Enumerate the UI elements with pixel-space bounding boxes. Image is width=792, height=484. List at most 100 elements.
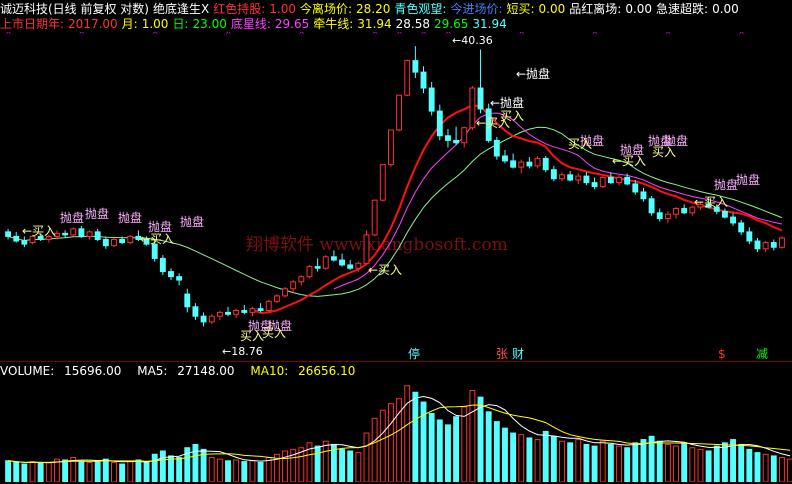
candle-body xyxy=(314,266,321,269)
candle-body xyxy=(21,240,28,245)
buy-label-9: ←买入 xyxy=(612,154,646,168)
candle-body xyxy=(282,288,288,297)
volume-bar xyxy=(355,452,362,482)
zhang-marker: 张 xyxy=(496,347,508,360)
volume-bar xyxy=(673,445,679,482)
star-marker: × xyxy=(152,32,159,36)
year-label: 上市日期年: xyxy=(0,17,65,31)
candle-body xyxy=(746,231,753,242)
volume-bar xyxy=(607,443,614,482)
candle-body xyxy=(339,259,345,266)
volume-bar xyxy=(94,460,101,482)
candle-body xyxy=(13,235,20,242)
candle-body xyxy=(420,71,427,89)
candle-body xyxy=(632,183,639,193)
candle-body xyxy=(396,94,403,131)
volume-bar xyxy=(713,445,720,482)
volume-bar xyxy=(111,461,117,482)
candle-body xyxy=(78,228,85,237)
buy-label-1: ←买入 xyxy=(22,224,56,238)
volume-bar xyxy=(159,450,166,482)
star-marker: × xyxy=(396,32,403,36)
ma10-value: 26656.10 xyxy=(298,364,356,378)
star-marker: × xyxy=(738,32,745,36)
candle-body xyxy=(404,60,411,96)
volume-bar xyxy=(216,458,223,482)
ma5-label: MA5: 27148.00 xyxy=(137,364,240,378)
volume-bar xyxy=(347,450,354,482)
volume-bar xyxy=(705,450,712,482)
buy-label-11: ←买入 xyxy=(694,195,728,209)
volume-bar xyxy=(461,406,468,482)
volume-bar xyxy=(624,447,631,482)
volume-bar xyxy=(412,391,419,482)
day-label: 日: xyxy=(172,17,189,31)
candle-body xyxy=(534,157,541,167)
bottom-star-value: 29.65 xyxy=(274,17,310,31)
volume-bar xyxy=(542,430,549,482)
candle-body xyxy=(355,262,362,269)
volume-bar xyxy=(371,417,378,482)
candle-body xyxy=(225,311,231,315)
candle-body xyxy=(111,238,117,247)
star-marker: × xyxy=(592,32,599,36)
candle-body xyxy=(233,310,240,315)
volume-bar xyxy=(127,461,134,482)
candle-body xyxy=(559,174,565,180)
ma10-label-text: MA10: xyxy=(250,364,289,378)
price-chart[interactable]: 翔博软件 www.xiangbosoft.com ××××××××××××× ←… xyxy=(0,32,792,360)
volume-bar xyxy=(453,416,460,482)
volume-bar xyxy=(135,459,142,482)
dollar-marker: $ xyxy=(718,347,726,360)
volume-bar xyxy=(526,437,533,482)
buy-label-5: 买入 xyxy=(262,326,286,340)
stock-title: 诚迈科技(日线 前复权 对数) xyxy=(0,2,149,16)
candle-body xyxy=(770,242,777,248)
sell-label-15: 抛盘 xyxy=(714,177,738,192)
volume-header: VOLUME: 15696.00 MA5: 27148.00 MA10: 266… xyxy=(0,364,367,378)
top-star-markers: × × × × × × × × × × × × × xyxy=(5,32,745,36)
candles xyxy=(5,46,785,327)
candle-body xyxy=(730,216,736,224)
candle-body xyxy=(542,157,549,171)
volume-bars xyxy=(5,385,792,482)
candle-body xyxy=(62,232,69,236)
candle-body xyxy=(461,127,468,144)
volume-bar xyxy=(404,385,411,482)
line2-value-3: 31.94 xyxy=(472,17,507,31)
ma5-label-text: MA5: xyxy=(137,364,168,378)
candle-body xyxy=(168,271,174,278)
candle-body xyxy=(510,160,517,168)
volume-bar xyxy=(567,442,574,482)
candle-body xyxy=(599,176,606,188)
candle-body xyxy=(265,300,272,312)
candle-body xyxy=(567,174,574,181)
candle-body xyxy=(216,311,223,317)
panel-divider xyxy=(0,361,792,362)
candle-body xyxy=(477,87,484,110)
volume-bar xyxy=(477,396,484,482)
volume-chart[interactable] xyxy=(0,378,792,482)
candle-body xyxy=(762,242,769,250)
volume-bar xyxy=(241,461,248,482)
candle-body xyxy=(151,243,158,259)
surge-label: 急速超跌: xyxy=(656,2,709,16)
volume-bar xyxy=(640,439,647,482)
candle-body xyxy=(445,135,451,141)
day-value: 23.00 xyxy=(192,17,227,31)
candle-body xyxy=(208,315,215,323)
pin-label: 品红离场: xyxy=(569,2,622,16)
candle-body xyxy=(273,295,280,302)
candle-body xyxy=(257,308,264,312)
volume-bar xyxy=(192,443,199,482)
year-value: 2017.00 xyxy=(68,17,118,31)
volume-bar xyxy=(5,460,12,482)
volume-bar xyxy=(502,427,508,482)
candle-body xyxy=(127,235,134,244)
volume-bar xyxy=(664,443,671,482)
volume-bar xyxy=(550,435,557,482)
exit-label: 今离场价: xyxy=(300,2,353,16)
candle-body xyxy=(379,164,386,201)
volume-bar xyxy=(778,457,785,482)
candle-body xyxy=(624,176,631,185)
